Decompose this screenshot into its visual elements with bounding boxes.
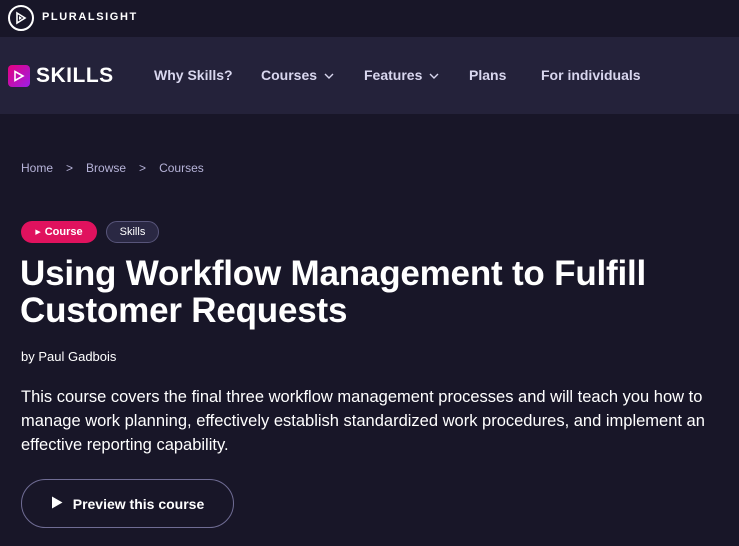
play-logo-icon: [16, 11, 27, 25]
breadcrumb: Home > Browse > Courses: [21, 161, 204, 175]
skills-logo[interactable]: SKILLS: [8, 64, 114, 87]
nav-why-skills[interactable]: Why Skills?: [154, 67, 233, 83]
course-tag: ▶ Course: [21, 221, 97, 243]
breadcrumb-separator: >: [66, 161, 74, 175]
nav-why-skills-label: Why Skills?: [154, 67, 233, 83]
course-tag-label: Course: [44, 226, 83, 238]
chevron-down-icon: [429, 67, 439, 83]
play-icon: [51, 496, 63, 512]
play-icon: ▶: [35, 229, 41, 236]
nav-features[interactable]: Features: [364, 67, 439, 83]
nav-for-individuals-label: For individuals: [541, 67, 641, 83]
nav-features-label: Features: [364, 67, 423, 83]
nav-courses[interactable]: Courses: [261, 67, 334, 83]
breadcrumb-browse[interactable]: Browse: [86, 161, 126, 175]
course-author: by Paul Gadbois: [21, 349, 117, 364]
course-title: Using Workflow Management to Fulfill Cus…: [20, 254, 647, 330]
skills-tag: Skills: [106, 221, 159, 243]
course-description: This course covers the final three workf…: [21, 388, 705, 454]
preview-course-button[interactable]: Preview this course: [21, 479, 234, 528]
nav-for-individuals[interactable]: For individuals: [541, 67, 641, 83]
top-brand-bar: PLURALSIGHT: [0, 0, 739, 37]
preview-course-label: Preview this course: [72, 495, 205, 512]
nav-plans[interactable]: Plans: [469, 67, 506, 83]
breadcrumb-courses[interactable]: Courses: [159, 161, 204, 175]
chevron-down-icon: [324, 67, 334, 83]
nav-courses-label: Courses: [261, 67, 318, 83]
main-navigation: SKILLS Why Skills? Courses Features Plan…: [0, 37, 739, 114]
pluralsight-wordmark[interactable]: PLURALSIGHT: [42, 11, 138, 23]
breadcrumb-home[interactable]: Home: [21, 161, 53, 175]
skills-logo-icon: [8, 65, 30, 87]
pluralsight-logo-icon[interactable]: [8, 5, 34, 31]
breadcrumb-separator: >: [139, 161, 147, 175]
nav-plans-label: Plans: [469, 67, 507, 83]
skills-wordmark: SKILLS: [36, 64, 114, 87]
skills-tag-label: Skills: [119, 226, 146, 238]
